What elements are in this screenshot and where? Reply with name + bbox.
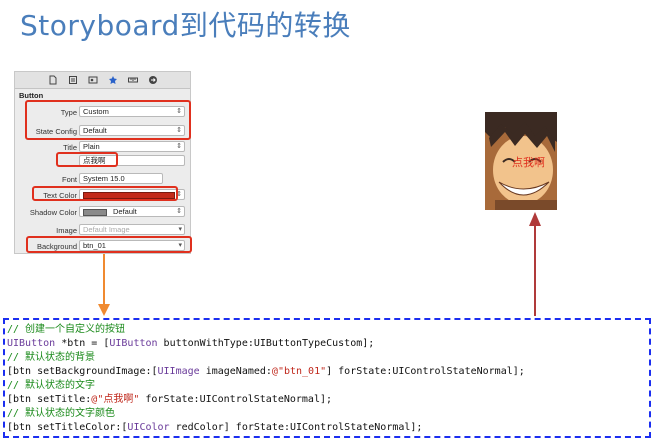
font-field[interactable]: System 15.0 T ▴▾ (79, 173, 163, 184)
code-token: @"btn_01" (271, 366, 327, 377)
code-token: // 默认状态的背景 (7, 352, 96, 363)
code-token: UIButton (7, 338, 56, 349)
code-token: // 创建一个自定义的按钮 (7, 324, 126, 335)
chevron-down-icon: ▾ (178, 226, 182, 233)
image-label: Image (56, 226, 77, 235)
code-line: UIButton *btn = [UIButton buttonWithType… (7, 337, 649, 351)
connections-icon[interactable] (148, 75, 158, 85)
identity-icon[interactable] (88, 75, 98, 85)
button-preview[interactable]: 点我啊 (485, 112, 557, 210)
code-token: UIButton (109, 338, 158, 349)
size-icon[interactable] (127, 75, 138, 85)
orange-arrow (98, 254, 110, 316)
shadow-color-row: Shadow Color Default ⇕ (15, 206, 192, 219)
code-line: // 默认状态的文字颜色 (7, 407, 649, 421)
code-token: UIButtonTypeCustom (253, 338, 363, 349)
code-token: UIColor (127, 422, 170, 433)
inspector-toolbar (15, 72, 190, 89)
code-token: redColor] forState:UIControlStateNormal]… (169, 422, 423, 433)
shadow-color-well[interactable]: Default ⇕ (79, 206, 185, 217)
red-arrow (529, 212, 541, 316)
highlight-text-color (32, 186, 178, 201)
highlight-background (26, 236, 192, 253)
code-token: imageNamed: (199, 366, 272, 377)
button-title-text: 点我啊 (512, 156, 545, 169)
code-line: // 默认状态的背景 (7, 351, 649, 365)
code-token: [btn setTitleColor:[ (7, 422, 128, 433)
code-token: UIImage (157, 366, 200, 377)
code-line: // 创建一个自定义的按钮 (7, 323, 649, 337)
slide-title: Storyboard到代码的转换 (20, 9, 351, 42)
code-block: // 创建一个自定义的按钮 UIButton *btn = [UIButton b… (3, 318, 651, 438)
code-line: [btn setTitleColor:[UIColor redColor] fo… (7, 421, 649, 435)
stepper-arrows-icon: ⇕ (176, 208, 182, 215)
code-token: buttonWithType: (157, 338, 254, 349)
code-token: // 默认状态的文字颜色 (7, 408, 116, 419)
title-type-select[interactable]: Plain ⇕ (79, 141, 185, 152)
code-token: // 默认状态的文字 (7, 380, 96, 391)
file-icon[interactable] (48, 75, 58, 85)
code-token: ]; (362, 338, 375, 349)
highlight-type-state (25, 100, 191, 140)
font-label: Font (61, 175, 77, 184)
title-label: Title (63, 143, 77, 152)
code-line: [btn setTitle:@"点我啊" forState:UIControlS… (7, 393, 649, 407)
section-label: Button (19, 91, 44, 100)
code-token: [btn setBackgroundImage:[ (7, 366, 158, 377)
code-token: [btn setTitle: (7, 394, 92, 405)
code-line: [btn setBackgroundImage:[UIImage imageNa… (7, 365, 649, 379)
shadow-color-label: Shadow Color (29, 208, 77, 217)
quick-help-icon[interactable] (68, 75, 78, 85)
shadow-color-swatch (83, 208, 107, 216)
stepper-arrows-icon: ⇕ (176, 143, 182, 150)
highlight-title-text (56, 152, 118, 167)
code-token: *btn = [ (55, 338, 110, 349)
image-combo[interactable]: Default Image ▾ (79, 224, 185, 235)
code-token: ] forState:UIControlStateNormal]; (326, 366, 525, 377)
font-row: Font System 15.0 T ▴▾ (15, 173, 192, 186)
attributes-icon[interactable] (108, 75, 118, 85)
code-token: forState:UIControlStateNormal]; (139, 394, 333, 405)
code-token: @"点我啊" (91, 394, 140, 405)
code-line: // 默认状态的文字 (7, 379, 649, 393)
